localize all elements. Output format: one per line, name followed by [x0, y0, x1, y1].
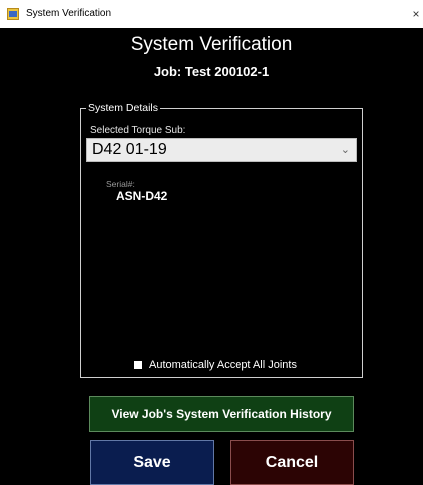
save-button[interactable]: Save	[90, 440, 214, 485]
checkbox-icon[interactable]	[134, 361, 142, 369]
torque-sub-value: D42 01-19	[92, 141, 167, 158]
auto-accept-checkbox[interactable]: Automatically Accept All Joints	[134, 358, 297, 372]
torque-sub-label: Selected Torque Sub:	[90, 125, 186, 136]
system-details-legend: System Details	[86, 101, 161, 115]
window-title: System Verification	[26, 8, 112, 19]
torque-sub-select[interactable]: D42 01-19 ⌄	[86, 138, 357, 162]
job-label: Job: Test 200102-1	[153, 64, 270, 79]
view-history-button[interactable]: View Job's System Verification History	[89, 396, 354, 432]
title-bar: System Verification ×	[0, 0, 423, 28]
auto-accept-label: Automatically Accept All Joints	[149, 359, 297, 371]
close-icon[interactable]: ×	[409, 6, 423, 22]
cancel-button[interactable]: Cancel	[230, 440, 354, 485]
chevron-down-icon[interactable]: ⌄	[341, 143, 350, 156]
serial-value: ASN-D42	[116, 189, 168, 203]
app-window-icon	[7, 8, 19, 20]
page-title: System Verification	[130, 34, 293, 55]
serial-label: Serial#:	[106, 179, 135, 189]
